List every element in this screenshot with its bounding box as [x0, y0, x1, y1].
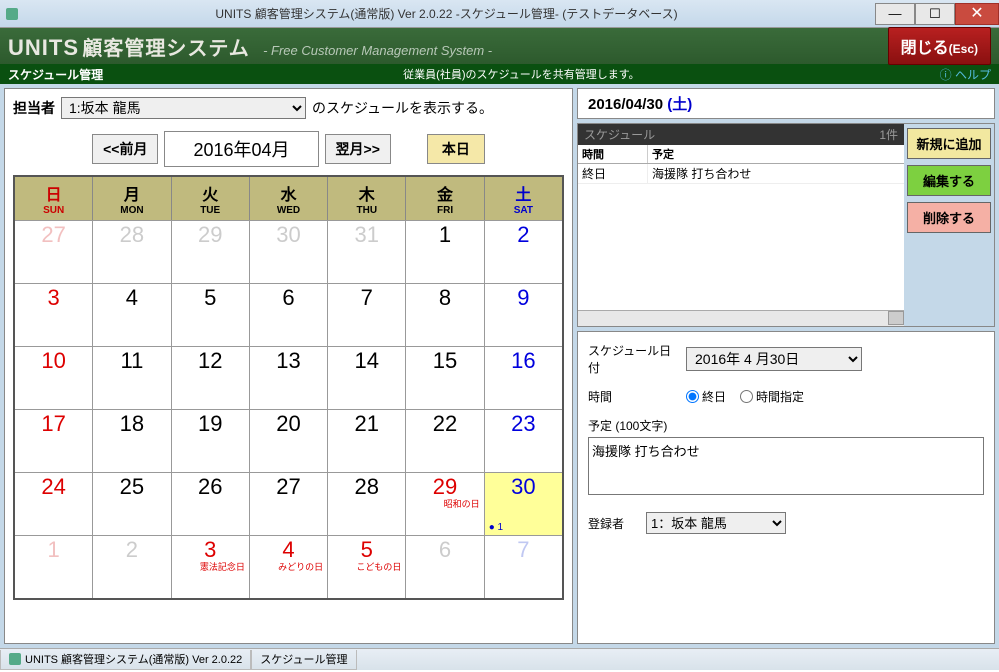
status-seg2: スケジュール管理: [251, 650, 356, 670]
col-plan: 予定: [648, 145, 904, 163]
scroll-area: [578, 310, 904, 326]
statusbar: UNITS 顧客管理システム(通常版) Ver 2.0.22 スケジュール管理: [0, 648, 999, 670]
calendar-day[interactable]: 20: [250, 410, 328, 472]
calendar-day[interactable]: 19: [172, 410, 250, 472]
radio-timed[interactable]: 時間指定: [740, 388, 804, 405]
dow-header: 木THU: [328, 177, 406, 220]
registrant-label: 登録者: [588, 515, 638, 532]
calendar-day[interactable]: 30: [250, 221, 328, 283]
minimize-button[interactable]: —: [875, 3, 915, 25]
plan-textarea[interactable]: [588, 437, 984, 495]
app-header: UNITS 顧客管理システム - Free Customer Managemen…: [0, 28, 999, 64]
time-field-label: 時間: [588, 388, 678, 405]
date-field-label: スケジュール日付: [588, 342, 678, 376]
schedule-list-panel: スケジュール 1件 時間 予定 終日海援隊 打ち合わせ 新規に追加 編集する 削…: [577, 123, 995, 327]
calendar-day[interactable]: 4みどりの日: [250, 536, 328, 598]
calendar-day[interactable]: 6: [406, 536, 484, 598]
calendar-day[interactable]: 30● 1: [485, 473, 562, 535]
month-display: 2016年04月: [164, 131, 318, 167]
schedule-title: スケジュール: [584, 126, 655, 143]
schedule-date-select[interactable]: 2016年 4 月30日: [686, 347, 862, 371]
calendar-day[interactable]: 5こどもの日: [328, 536, 406, 598]
prev-month-button[interactable]: <<前月: [92, 134, 158, 164]
section-title: スケジュール管理: [8, 66, 103, 83]
dow-header: 水WED: [250, 177, 328, 220]
col-time: 時間: [578, 145, 648, 163]
calendar-day[interactable]: 9: [485, 284, 562, 346]
assignee-suffix: のスケジュールを表示する。: [312, 98, 493, 118]
new-button[interactable]: 新規に追加: [907, 128, 991, 159]
calendar-day[interactable]: 1: [406, 221, 484, 283]
assignee-select[interactable]: 1:坂本 龍馬: [61, 97, 306, 119]
calendar-day[interactable]: 24: [15, 473, 93, 535]
calendar-day[interactable]: 23: [485, 410, 562, 472]
calendar: 日SUN月MON火TUE水WED木THU金FRI土SAT 27282930311…: [13, 175, 564, 600]
calendar-day[interactable]: 17: [15, 410, 93, 472]
section-desc: 従業員(社員)のスケジュールを共有管理します。: [403, 66, 639, 82]
today-button[interactable]: 本日: [427, 134, 485, 164]
logo-units: UNITS: [8, 35, 79, 60]
delete-button[interactable]: 削除する: [907, 202, 991, 233]
calendar-day[interactable]: 11: [93, 347, 171, 409]
logo-jp: 顧客管理システム: [82, 38, 249, 60]
radio-allday[interactable]: 終日: [686, 388, 726, 405]
calendar-day[interactable]: 2: [485, 221, 562, 283]
plan-field-label: 予定 (100文字): [588, 417, 984, 434]
calendar-day[interactable]: 21: [328, 410, 406, 472]
registrant-select[interactable]: 1：坂本 龍馬: [646, 512, 786, 534]
dow-header: 土SAT: [485, 177, 562, 220]
detail-panel: スケジュール日付 2016年 4 月30日 時間 終日 時間指定 予定 (100…: [577, 331, 995, 644]
calendar-day[interactable]: 10: [15, 347, 93, 409]
app-icon: [6, 8, 18, 20]
dow-header: 月MON: [93, 177, 171, 220]
calendar-day[interactable]: 12: [172, 347, 250, 409]
calendar-day[interactable]: 15: [406, 347, 484, 409]
calendar-pane: 担当者 1:坂本 龍馬 のスケジュールを表示する。 <<前月 2016年04月 …: [4, 88, 573, 644]
calendar-day[interactable]: 31: [328, 221, 406, 283]
calendar-day[interactable]: 18: [93, 410, 171, 472]
schedule-row[interactable]: 終日海援隊 打ち合わせ: [578, 164, 904, 184]
dow-header: 金FRI: [406, 177, 484, 220]
sub-header: スケジュール管理 従業員(社員)のスケジュールを共有管理します。 ⓘ ヘルプ: [0, 64, 999, 84]
calendar-day[interactable]: 3: [15, 284, 93, 346]
dow-header: 火TUE: [172, 177, 250, 220]
calendar-day[interactable]: 28: [328, 473, 406, 535]
calendar-day[interactable]: 2: [93, 536, 171, 598]
schedule-count: 1件: [879, 126, 898, 143]
tagline: - Free Customer Management System -: [263, 43, 492, 58]
calendar-day[interactable]: 27: [250, 473, 328, 535]
calendar-day[interactable]: 26: [172, 473, 250, 535]
calendar-day[interactable]: 25: [93, 473, 171, 535]
calendar-day[interactable]: 8: [406, 284, 484, 346]
calendar-day[interactable]: 3憲法記念日: [172, 536, 250, 598]
calendar-day[interactable]: 22: [406, 410, 484, 472]
calendar-day[interactable]: 4: [93, 284, 171, 346]
calendar-day[interactable]: 6: [250, 284, 328, 346]
scroll-thumb[interactable]: [888, 311, 904, 325]
status-seg1: UNITS 顧客管理システム(通常版) Ver 2.0.22: [25, 651, 242, 667]
assignee-label: 担当者: [13, 98, 55, 118]
dow-header: 日SUN: [15, 177, 93, 220]
window-title: UNITS 顧客管理システム(通常版) Ver 2.0.22 -スケジュール管理…: [18, 5, 875, 22]
calendar-day[interactable]: 29: [172, 221, 250, 283]
close-button[interactable]: 閉じる(Esc): [888, 27, 991, 65]
titlebar: UNITS 顧客管理システム(通常版) Ver 2.0.22 -スケジュール管理…: [0, 0, 999, 28]
calendar-day[interactable]: 16: [485, 347, 562, 409]
status-icon: [9, 653, 21, 665]
calendar-day[interactable]: 7: [328, 284, 406, 346]
calendar-day[interactable]: 27: [15, 221, 93, 283]
selected-date-header: 2016/04/30 (土): [577, 88, 995, 119]
calendar-day[interactable]: 13: [250, 347, 328, 409]
calendar-day[interactable]: 5: [172, 284, 250, 346]
edit-button[interactable]: 編集する: [907, 165, 991, 196]
maximize-button[interactable]: ☐: [915, 3, 955, 25]
calendar-day[interactable]: 28: [93, 221, 171, 283]
window-close-button[interactable]: ✕: [955, 3, 999, 25]
calendar-day[interactable]: 7: [485, 536, 562, 598]
calendar-day[interactable]: 14: [328, 347, 406, 409]
calendar-day[interactable]: 29昭和の日: [406, 473, 484, 535]
help-link[interactable]: ⓘ ヘルプ: [940, 66, 991, 83]
next-month-button[interactable]: 翌月>>: [325, 134, 391, 164]
calendar-day[interactable]: 1: [15, 536, 93, 598]
